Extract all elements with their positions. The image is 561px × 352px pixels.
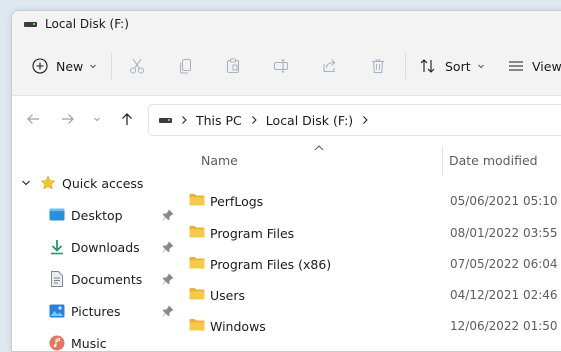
share-icon [323,59,336,73]
clipboard-icon [226,58,240,74]
breadcrumb-this-pc[interactable]: This PC [196,113,242,128]
music-icon [49,335,65,351]
address-bar[interactable]: This PC Local Disk (F:) [148,104,561,136]
folder-icon [189,288,205,300]
title-bar[interactable]: Local Disk (F:) [12,11,561,37]
chevron-right-icon[interactable] [180,115,188,125]
chevron-right-icon[interactable] [250,115,258,125]
recent-locations-button[interactable] [86,108,108,130]
sort-button[interactable]: Sort [419,51,485,81]
view-label: View [532,58,561,74]
file-list: Name Date modified PerfLogs 05/06/2021 0… [180,142,561,351]
pin-icon[interactable] [162,241,174,253]
chevron-down-icon [477,64,484,69]
chevron-down-icon [90,64,97,69]
trash-icon [372,59,384,74]
sidebar-item-pictures[interactable]: Pictures [12,297,180,325]
delete-button[interactable] [369,51,387,81]
file-name: PerfLogs [210,193,264,209]
column-divider[interactable] [442,146,443,176]
pin-icon[interactable] [162,273,174,285]
pin-icon[interactable] [162,209,174,221]
file-row[interactable]: Users 04/12/2021 02:46 [180,280,561,310]
folder-icon [189,226,205,238]
file-name: Users [210,287,246,303]
sidebar-item-label: Quick access [62,175,144,191]
rename-icon [273,59,289,73]
download-icon [51,240,63,255]
document-icon [51,271,63,287]
forward-button[interactable] [57,108,79,130]
file-date: 08/01/2022 03:55 [450,226,558,240]
sidebar-item-label: Pictures [71,303,121,319]
folder-icon [189,194,205,206]
sidebar-item-desktop[interactable]: Desktop [12,201,180,229]
navigation-pane: Quick access Desktop Downloads Documents… [12,142,180,351]
drive-icon [159,117,172,123]
folder-icon [189,257,205,269]
sidebar-item-music[interactable]: Music [12,329,180,351]
scissors-icon [129,58,145,74]
up-button[interactable] [116,108,138,130]
arrow-right-icon [62,114,74,124]
share-button[interactable] [320,51,338,81]
sidebar-item-label: Documents [71,271,143,287]
copy-icon [179,58,192,74]
toolbar-divider [111,53,112,79]
file-date: 04/12/2021 02:46 [450,288,558,302]
list-view-icon [509,61,523,71]
breadcrumb-local-disk[interactable]: Local Disk (F:) [266,113,353,128]
file-row[interactable]: Program Files (x86) 07/05/2022 06:04 [180,249,561,279]
chevron-down-icon [94,117,100,122]
sort-ascending-icon [314,145,324,151]
new-button[interactable]: New [32,51,97,81]
plus-circle-icon [32,58,48,74]
rename-button[interactable] [272,51,290,81]
command-bar: New Sort View [12,37,561,96]
arrow-left-icon [27,114,39,124]
sidebar-item-documents[interactable]: Documents [12,265,180,293]
sidebar-item-label: Desktop [71,207,123,223]
file-row[interactable]: PerfLogs 05/06/2021 05:10 [180,186,561,216]
file-name: Program Files (x86) [210,256,332,272]
file-date: 12/06/2022 01:50 [450,319,558,333]
chevron-down-icon [22,180,30,186]
column-header-date-modified[interactable]: Date modified [449,142,538,178]
desktop-icon [49,208,65,221]
sort-label: Sort [445,58,471,74]
chevron-right-icon[interactable] [361,115,369,125]
toolbar-divider [405,53,406,79]
copy-button[interactable] [177,51,195,81]
star-icon [40,175,56,190]
navigation-row: This PC Local Disk (F:) [12,96,561,142]
cut-button[interactable] [128,51,146,81]
file-name: Windows [210,318,266,334]
sidebar-item-downloads[interactable]: Downloads [12,233,180,261]
sidebar-item-label: Music [71,335,107,351]
file-name: Program Files [210,225,295,241]
file-date: 05/06/2021 05:10 [450,194,558,208]
explorer-window: Local Disk (F:) New Sort View This PC Lo… [11,10,561,352]
file-date: 07/05/2022 06:04 [450,257,558,271]
view-button[interactable]: View [508,51,561,81]
paste-button[interactable] [224,51,242,81]
sort-icon [420,59,435,73]
column-header-name[interactable]: Name [201,142,238,178]
back-button[interactable] [22,108,44,130]
picture-icon [49,304,65,318]
pin-icon[interactable] [162,305,174,317]
file-row[interactable]: Program Files 08/01/2022 03:55 [180,218,561,248]
drive-icon [24,21,37,27]
new-label: New [56,58,84,74]
file-row[interactable]: Windows 12/06/2022 01:50 [180,311,561,341]
arrow-up-icon [122,113,132,125]
window-title: Local Disk (F:) [45,17,129,31]
sidebar-item-quick-access[interactable]: Quick access [12,169,180,197]
folder-icon [189,319,205,331]
sidebar-item-label: Downloads [71,239,140,255]
